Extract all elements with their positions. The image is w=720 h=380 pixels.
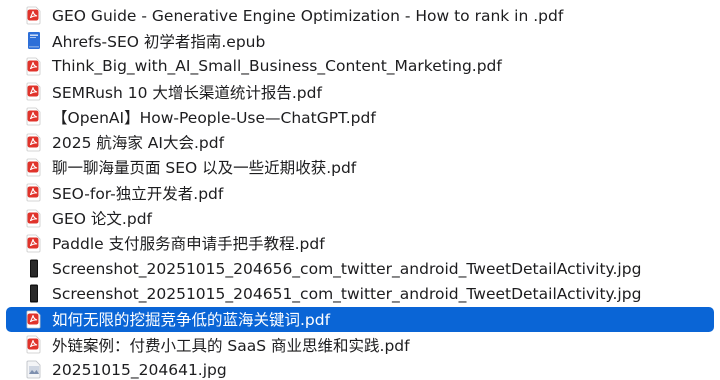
pdf-icon	[26, 183, 42, 202]
file-name: SEO-for-独立开发者.pdf	[52, 184, 224, 203]
file-name: 聊一聊海量页面 SEO 以及一些近期收获.pdf	[52, 159, 357, 178]
file-row-geo-guide[interactable]: GEO Guide - Generative Engine Optimizati…	[0, 3, 720, 28]
pdf-icon	[26, 6, 42, 25]
pdf-icon	[26, 234, 42, 253]
file-name: GEO 论文.pdf	[52, 210, 152, 229]
pdf-icon	[26, 158, 42, 177]
pdf-icon	[26, 310, 42, 329]
pdf-icon	[26, 57, 42, 76]
file-name: Ahrefs-SEO 初学者指南.epub	[52, 32, 266, 51]
epub-icon	[26, 31, 42, 50]
file-row-ahrefs-seo[interactable]: Ahrefs-SEO 初学者指南.epub	[0, 28, 720, 53]
file-name: Paddle 支付服务商申请手把手教程.pdf	[52, 235, 325, 254]
file-row-blue-ocean-keywords[interactable]: 如何无限的挖掘竞争低的蓝海关键词.pdf	[6, 306, 714, 332]
file-row-screenshot-204656[interactable]: Screenshot_20251015_204656_com_twitter_a…	[0, 256, 720, 281]
file-row-semrush[interactable]: SEMRush 10 大增长渠道统计报告.pdf	[0, 79, 720, 104]
file-row-screenshot-204651[interactable]: Screenshot_20251015_204651_com_twitter_a…	[0, 281, 720, 306]
file-row-paddle[interactable]: Paddle 支付服务商申请手把手教程.pdf	[0, 231, 720, 256]
file-row-seo-for-indie[interactable]: SEO-for-独立开发者.pdf	[0, 180, 720, 205]
file-name: SEMRush 10 大增长渠道统计报告.pdf	[52, 83, 322, 102]
file-row-massive-pages-seo[interactable]: 聊一聊海量页面 SEO 以及一些近期收获.pdf	[0, 155, 720, 180]
file-name: 20251015_204641.jpg	[52, 360, 227, 379]
pdf-icon	[26, 335, 42, 354]
file-name: 外链案例：付费小工具的 SaaS 商业思维和实践.pdf	[52, 336, 410, 355]
file-name: Screenshot_20251015_204651_com_twitter_a…	[52, 284, 642, 303]
file-row-geo-paper[interactable]: GEO 论文.pdf	[0, 205, 720, 230]
file-name: Think_Big_with_AI_Small_Business_Content…	[52, 57, 502, 76]
file-row-2025-hanghaijia[interactable]: 2025 航海家 AI大会.pdf	[0, 129, 720, 154]
image-icon	[26, 360, 42, 379]
file-row-20251015-jpg[interactable]: 20251015_204641.jpg	[0, 357, 720, 380]
file-name: 如何无限的挖掘竞争低的蓝海关键词.pdf	[52, 311, 331, 330]
phone-screenshot-icon	[26, 259, 42, 278]
pdf-icon	[26, 107, 42, 126]
pdf-icon	[26, 209, 42, 228]
pdf-icon	[26, 133, 42, 152]
phone-screenshot-icon	[26, 284, 42, 303]
file-name: 【OpenAI】How-People-Use—ChatGPT.pdf	[52, 108, 376, 127]
file-name: 2025 航海家 AI大会.pdf	[52, 134, 225, 153]
file-row-openai[interactable]: 【OpenAI】How-People-Use—ChatGPT.pdf	[0, 104, 720, 129]
file-row-backlink-case[interactable]: 外链案例：付费小工具的 SaaS 商业思维和实践.pdf	[0, 332, 720, 357]
file-name: Screenshot_20251015_204656_com_twitter_a…	[52, 259, 642, 278]
pdf-icon	[26, 82, 42, 101]
file-list: GEO Guide - Generative Engine Optimizati…	[0, 0, 720, 380]
file-name: GEO Guide - Generative Engine Optimizati…	[52, 6, 564, 25]
file-row-think-big[interactable]: Think_Big_with_AI_Small_Business_Content…	[0, 54, 720, 79]
